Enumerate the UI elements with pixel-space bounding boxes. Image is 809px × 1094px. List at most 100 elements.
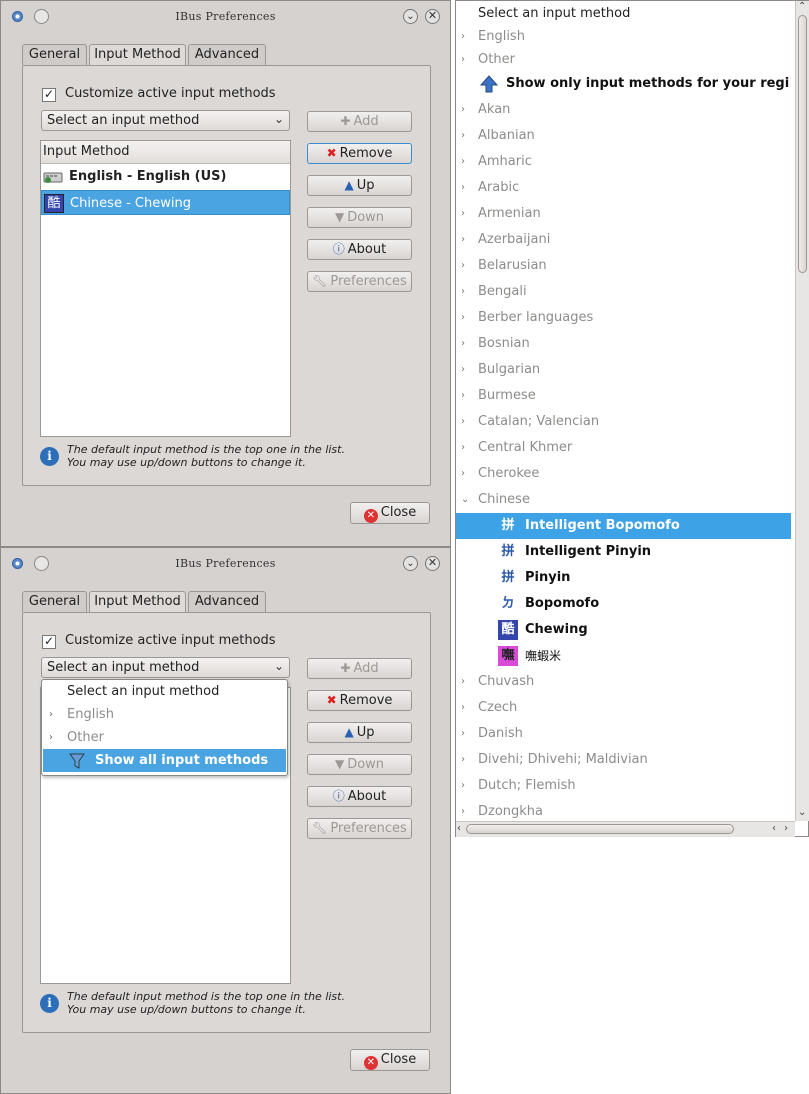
horizontal-scrollbar[interactable]: ‹ ‹ › [456, 821, 795, 837]
scroll-down-icon: ⌄ [798, 807, 807, 818]
language-item[interactable]: › Albanian [456, 123, 791, 149]
chevron-right-icon: › [461, 702, 465, 713]
input-method-item[interactable]: 酷 Chewing [456, 617, 791, 643]
dropdown-title[interactable]: Select an input method [43, 680, 286, 703]
up-button[interactable]: ▲ Up [307, 175, 412, 196]
language-item[interactable]: › Danish [456, 721, 791, 747]
tab-input-method[interactable]: Input Method [89, 591, 186, 614]
minimize-icon[interactable]: ⌄ [403, 9, 418, 24]
ibus-preferences-window-top: IBus Preferences ⌄ ✕ General Input Metho… [0, 0, 451, 547]
list-item-english[interactable]: English - English (US) [41, 164, 290, 189]
input-method-panel: ✓ Customize active input methods Select … [22, 65, 431, 486]
title-bar: IBus Preferences ⌄ ✕ [1, 548, 450, 580]
info-icon: i [40, 994, 59, 1013]
add-button[interactable]: ✚ Add [307, 658, 412, 679]
scroll-thumb[interactable] [798, 15, 807, 273]
remove-button[interactable]: ✖ Remove [307, 690, 412, 711]
keyboard-icon [43, 167, 63, 186]
down-button[interactable]: ▼ Down [307, 754, 412, 775]
language-item[interactable]: › Belarusian [456, 253, 791, 279]
input-method-item[interactable]: 嘸嘸蝦米 [456, 643, 791, 669]
chevron-right-icon: › [461, 676, 465, 687]
list-header[interactable]: Input Method [41, 141, 290, 164]
input-method-icon: 嘸 [498, 646, 518, 666]
customize-checkbox[interactable]: ✓ [42, 88, 56, 102]
language-item[interactable]: › Azerbaijani [456, 227, 791, 253]
chevron-right-icon: › [461, 156, 465, 167]
language-item[interactable]: › Burmese [456, 383, 791, 409]
chevron-right-icon: › [461, 182, 465, 193]
input-method-icon: 拼 [501, 518, 515, 533]
dropdown-item-english[interactable]: › English [43, 703, 286, 726]
language-item[interactable]: › Catalan; Valencian [456, 409, 791, 435]
close-button[interactable]: ✕ Close [350, 502, 430, 524]
preferences-button[interactable]: 🔧︎ Preferences [307, 818, 412, 839]
language-item[interactable]: › Arabic [456, 175, 791, 201]
chevron-right-icon: › [461, 312, 465, 323]
info-text: The default input method is the top one … [67, 443, 345, 469]
chevron-right-icon: › [461, 780, 465, 791]
active-input-methods-list: Input Method English - English (US) 酷 Ch… [40, 140, 291, 437]
language-item[interactable]: › Bulgarian [456, 357, 791, 383]
tab-advanced[interactable]: Advanced [188, 591, 266, 612]
customize-checkbox[interactable]: ✓ [42, 635, 56, 649]
tab-general[interactable]: General [22, 44, 87, 65]
about-button[interactable]: ⓘ About [307, 239, 412, 260]
down-button[interactable]: ▼ Down [307, 207, 412, 228]
show-region-item[interactable]: Show only input methods for your regi [456, 71, 791, 97]
dropdown-item-other[interactable]: › Other [43, 726, 286, 749]
language-item[interactable]: › Chuvash [456, 669, 791, 695]
filter-icon [69, 752, 85, 770]
remove-button[interactable]: ✖ Remove [307, 143, 412, 164]
language-item[interactable]: › Cherokee [456, 461, 791, 487]
up-button[interactable]: ▲ Up [307, 722, 412, 743]
minimize-icon[interactable]: ⌄ [403, 556, 418, 571]
list-item-chewing[interactable]: 酷 Chinese - Chewing [41, 190, 290, 215]
language-item[interactable]: › Berber languages [456, 305, 791, 331]
language-item[interactable]: › Central Khmer [456, 435, 791, 461]
input-method-item[interactable]: 拼 Pinyin [456, 565, 791, 591]
input-method-item[interactable]: 拼 Intelligent Pinyin [456, 539, 791, 565]
method-label: English - English (US) [69, 169, 227, 184]
about-button[interactable]: ⓘ About [307, 786, 412, 807]
preferences-button[interactable]: 🔧︎ Preferences [307, 271, 412, 292]
language-item[interactable]: › Dutch; Flemish [456, 773, 791, 799]
chevron-right-icon: › [461, 442, 465, 453]
input-method-item[interactable]: 拼 Intelligent Bopomofo [456, 513, 791, 539]
chevron-right-icon: › [461, 754, 465, 765]
close-icon[interactable]: ✕ [425, 9, 440, 24]
language-item[interactable]: › Other [456, 47, 791, 73]
scroll-left-icon: ‹ [772, 823, 776, 834]
input-method-combo[interactable]: Select an input method ⌄ [41, 657, 290, 678]
input-method-icon: 拼 [501, 570, 515, 585]
chevron-right-icon: › [49, 732, 53, 743]
language-item[interactable]: › Czech [456, 695, 791, 721]
language-item[interactable]: › Divehi; Dhivehi; Maldivian [456, 747, 791, 773]
chevron-right-icon: › [461, 54, 465, 65]
chevron-down-icon: ⌄ [273, 659, 284, 673]
language-item[interactable]: › Bengali [456, 279, 791, 305]
tab-general[interactable]: General [22, 591, 87, 612]
scroll-thumb[interactable] [466, 824, 734, 834]
input-method-combo[interactable]: Select an input method ⌄ [41, 110, 290, 131]
close-button[interactable]: ✕ Close [350, 1049, 430, 1071]
input-method-item[interactable]: ㄉ Bopomofo [456, 591, 791, 617]
language-selection-list: Select an input method › English › Other S… [455, 0, 809, 837]
input-method-icon: ㄉ [501, 596, 515, 611]
scroll-up-icon: ⌃ [798, 1, 807, 12]
close-icon[interactable]: ✕ [425, 556, 440, 571]
add-button[interactable]: ✚ Add [307, 111, 412, 132]
chevron-down-icon: ⌄ [461, 494, 470, 505]
chevron-right-icon: › [461, 208, 465, 219]
language-item[interactable]: › Amharic [456, 149, 791, 175]
close-icon: ✕ [363, 509, 378, 523]
tab-input-method[interactable]: Input Method [89, 44, 186, 67]
dropdown-item-show-all[interactable]: Show all input methods [43, 749, 286, 772]
tab-advanced[interactable]: Advanced [188, 44, 266, 65]
language-item[interactable]: › Akan [456, 97, 791, 123]
language-item[interactable]: › Bosnian [456, 331, 791, 357]
language-item[interactable]: ⌄ Chinese [456, 487, 791, 513]
language-item[interactable]: › Armenian [456, 201, 791, 227]
vertical-scrollbar[interactable]: ⌃ ⌄ [795, 1, 809, 821]
input-method-dropdown: Select an input method › English › Other S… [41, 679, 288, 776]
